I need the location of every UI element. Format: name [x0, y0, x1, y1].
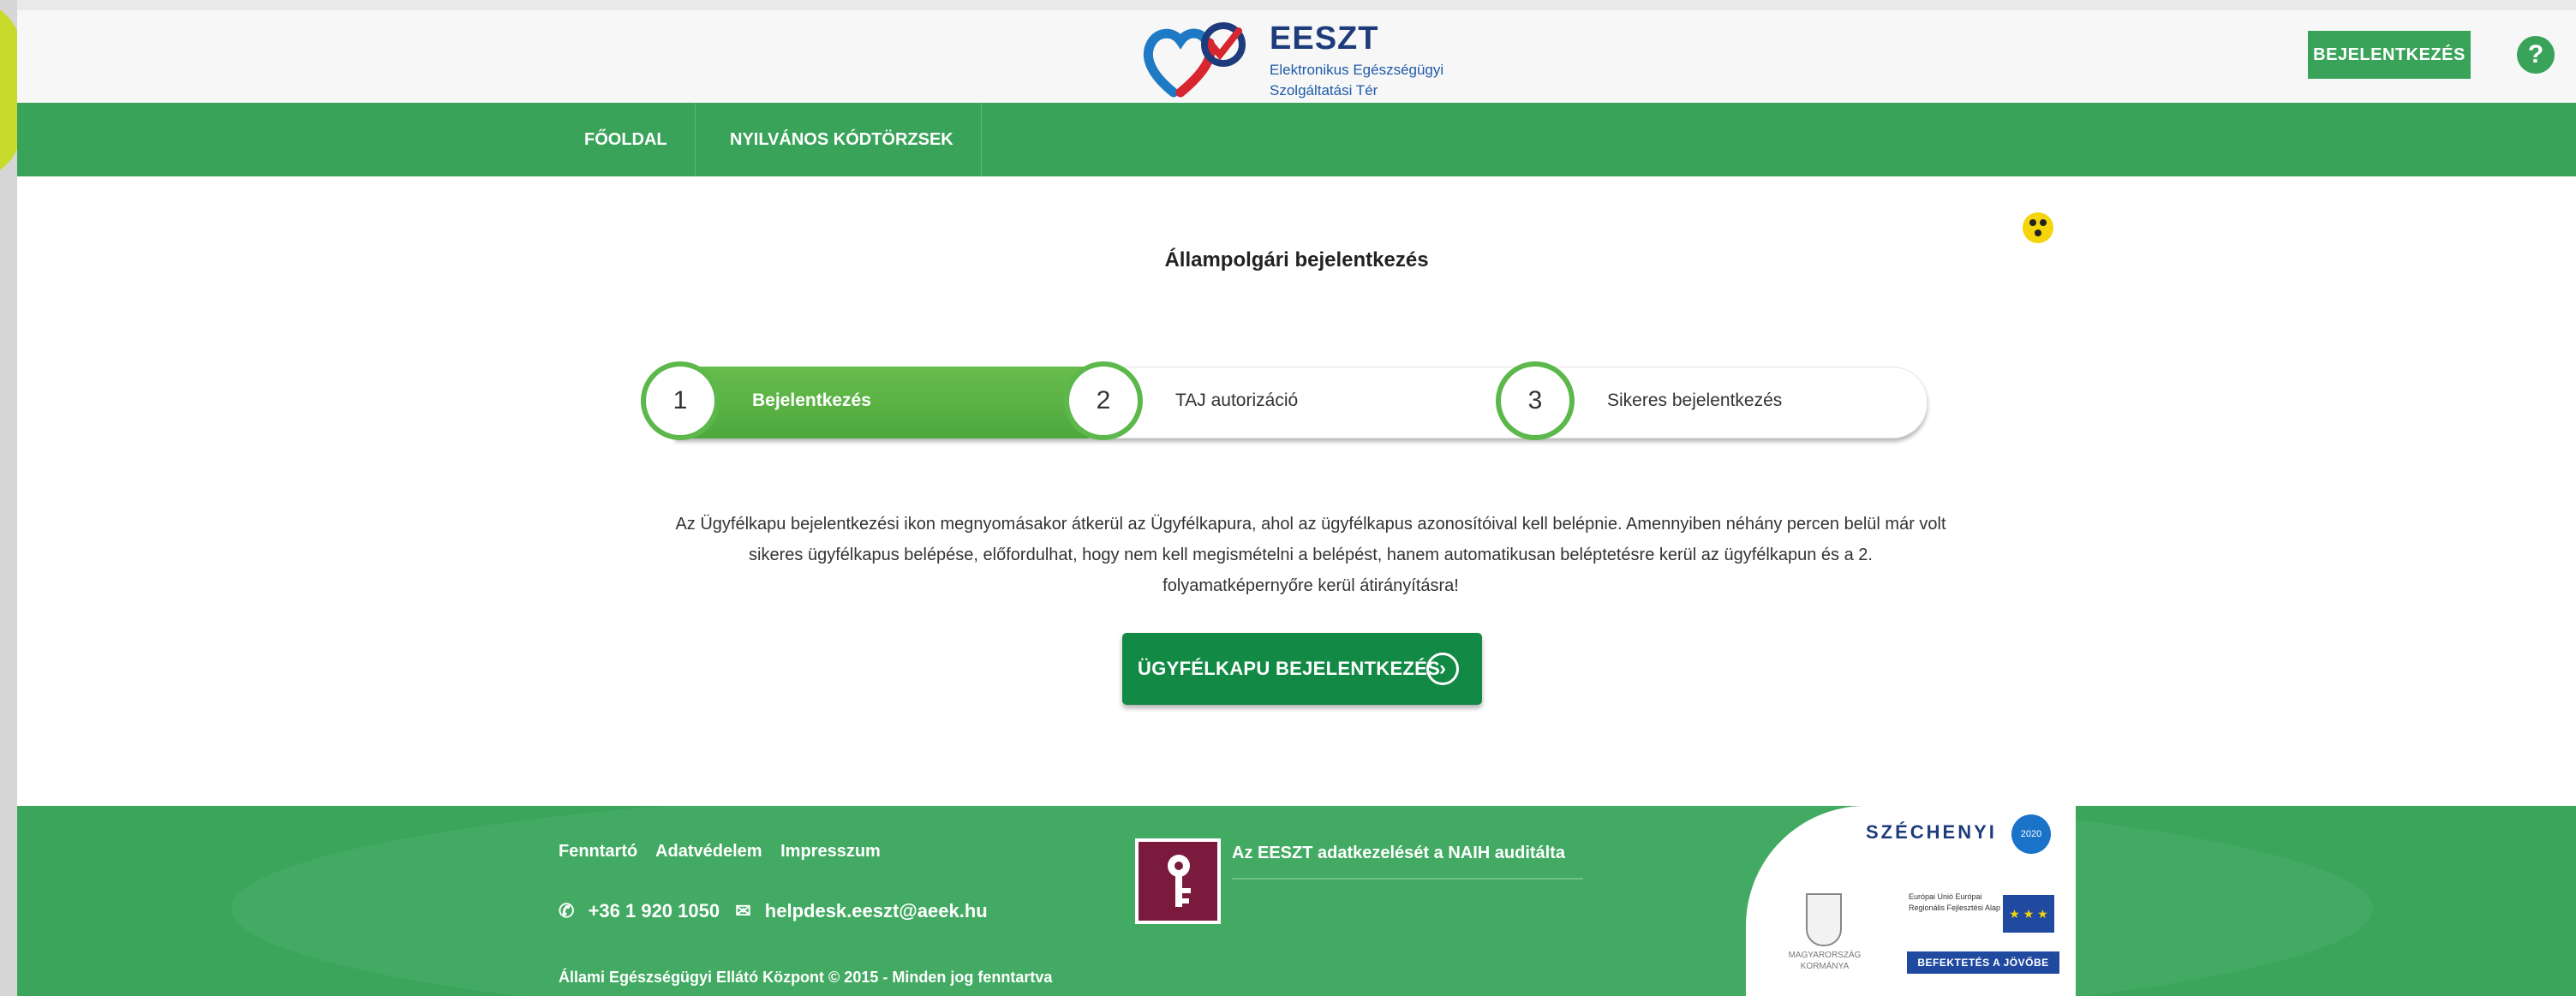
eeszt-logo-mark-icon [1144, 22, 1246, 98]
footer-phone[interactable]: +36 1 920 1050 [589, 900, 720, 921]
page-title: Állampolgári bejelentkezés [1164, 248, 1429, 271]
login-stepper: 1 Bejelentkezés 2 TAJ autorizáció 3 Sike… [641, 361, 1977, 442]
footer-copyright: Állami Egészségügyi Ellátó Központ © 201… [559, 969, 1053, 986]
step-1-label: Bejelentkezés [752, 391, 871, 410]
step-2-number: 2 [1064, 361, 1143, 440]
footer-email[interactable]: helpdesk.eeszt@aeek.hu [765, 900, 988, 921]
footer-link-maintainer[interactable]: Fenntartó [559, 842, 637, 861]
logo-subtitle-line2: Szolgáltatási Tér [1270, 82, 1378, 98]
naih-divider [1232, 878, 1583, 880]
key-icon [1139, 842, 1217, 921]
footer-links: Fenntartó Adatvédelem Impresszum [559, 842, 894, 862]
stepper-active-segment [675, 367, 1121, 438]
eu-flag-icon: ★ ★ ★ [2003, 895, 2054, 933]
browser-page: EESZT Elektronikus Egészségügyi Szolgált… [17, 10, 2576, 996]
login-button[interactable]: BEJELENTKEZÉS [2308, 31, 2471, 79]
hungarian-crest-icon [1806, 893, 1842, 946]
footer-link-privacy[interactable]: Adatvédelem [655, 842, 762, 861]
invest-banner: BEFEKTETÉS A JÖVŐBE [1907, 951, 2059, 974]
nav-item-home[interactable]: FŐOLDAL [557, 103, 696, 176]
szechenyi-title: SZÉCHENYI [1866, 821, 1997, 843]
logo-subtitle-line1: Elektronikus Egészségügyi [1270, 62, 1444, 78]
szechenyi-2020-pin-icon: 2020 [2011, 814, 2051, 854]
ugyfelkapu-login-label: ÜGYFÉLKAPU BEJELENTKEZÉS [1138, 658, 1441, 679]
description-line-2: sikeres ügyfélkapus belépése, előfordulh… [749, 546, 1873, 564]
eeszt-logo[interactable]: EESZT Elektronikus Egészségügyi Szolgált… [1139, 14, 1499, 103]
nav-item-public-registries[interactable]: NYILVÁNOS KÓDTÖRZSEK [702, 103, 982, 176]
logo-title: EESZT [1270, 21, 1379, 57]
main-nav: FŐOLDAL NYILVÁNOS KÓDTÖRZSEK [17, 103, 2576, 243]
accessibility-symbol-icon [2023, 213, 2053, 242]
phone-icon: ✆ [559, 900, 575, 921]
chevron-right-circle-icon: › [1426, 653, 1459, 685]
description-line-1: Az Ügyfélkapu bejelentkezési ikon megnyo… [675, 515, 1946, 534]
header: EESZT Elektronikus Egészségügyi Szolgált… [17, 10, 2576, 104]
description-line-3: folyamatképernyőre kerül átirányításra! [1162, 576, 1459, 595]
step-2-label: TAJ autorizáció [1175, 391, 1299, 410]
help-icon[interactable]: ? [2517, 36, 2555, 74]
government-name: MAGYARORSZÁG KORMÁNYA [1788, 951, 1862, 971]
ugyfelkapu-login-button[interactable]: ÜGYFÉLKAPU BEJELENTKEZÉS › [1122, 633, 1482, 705]
szechenyi-panel: SZÉCHENYI 2020 MAGYARORSZÁG KORMÁNYA Eur… [1746, 806, 2076, 996]
naih-text: Az EESZT adatkezelését a NAIH auditálta [1232, 844, 1566, 862]
accessibility-icon[interactable] [2023, 212, 2053, 243]
footer-contact: ✆ +36 1 920 1050 ✉ helpdesk.eeszt@aeek.h… [559, 900, 988, 922]
step-1-number: 1 [641, 361, 720, 440]
step-3-number: 3 [1496, 361, 1575, 440]
mail-icon: ✉ [735, 900, 751, 921]
login-description: Az Ügyfélkapu bejelentkezési ikon megnyo… [531, 509, 2090, 601]
naih-badge[interactable] [1135, 838, 1221, 924]
footer: Fenntartó Adatvédelem Impresszum ✆ +36 1… [17, 806, 2576, 996]
eu-fund-text: Európai Unió Európai Regionális Fejleszt… [1909, 892, 2001, 912]
step-3-label: Sikeres bejelentkezés [1607, 391, 1783, 410]
footer-link-imprint[interactable]: Impresszum [780, 842, 881, 861]
